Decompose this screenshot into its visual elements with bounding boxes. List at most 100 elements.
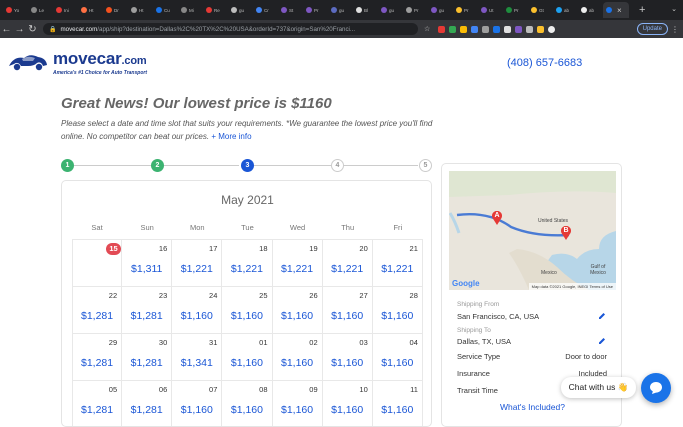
browser-tab[interactable]: Pr: [503, 2, 527, 18]
browser-tab[interactable]: Mi: [178, 2, 202, 18]
map-attribution[interactable]: Map data ©2021 Google, INEGI Terms of Us…: [528, 283, 616, 290]
day-price[interactable]: $1,160: [273, 310, 322, 322]
calendar-day[interactable]: 31 $1,341: [172, 334, 223, 380]
calendar-day[interactable]: 26 $1,160: [273, 287, 323, 333]
calendar-day[interactable]: 18 $1,221: [222, 240, 273, 286]
day-price[interactable]: $1,160: [222, 310, 271, 322]
calendar-day[interactable]: 06 $1,281: [122, 381, 173, 426]
calendar-day[interactable]: 10 $1,160: [323, 381, 373, 426]
calendar-day[interactable]: 21 $1,221: [373, 240, 423, 286]
browser-tab[interactable]: Yo: [3, 2, 27, 18]
extension-icon[interactable]: [482, 25, 490, 33]
calendar-day[interactable]: 05 $1,281: [72, 381, 123, 426]
calendar-day[interactable]: 03 $1,160: [323, 334, 373, 380]
browser-tab[interactable]: ab: [553, 2, 577, 18]
browser-tab[interactable]: Ht: [78, 2, 102, 18]
calendar-day[interactable]: 28 $1,160: [373, 287, 423, 333]
day-price[interactable]: $1,160: [273, 357, 322, 369]
close-tab-icon[interactable]: ×: [617, 6, 622, 15]
browser-tab[interactable]: ×: [603, 2, 629, 18]
browser-tab[interactable]: Pr: [303, 2, 327, 18]
extension-icon[interactable]: [504, 25, 512, 33]
day-price[interactable]: $1,281: [73, 357, 121, 369]
day-price[interactable]: $1,160: [323, 310, 372, 322]
day-price[interactable]: $1,160: [373, 310, 422, 322]
calendar-day[interactable]: 01 $1,160: [222, 334, 273, 380]
day-price[interactable]: $1,281: [122, 404, 171, 416]
day-price[interactable]: $1,221: [273, 263, 322, 275]
browser-tab[interactable]: Pr: [403, 2, 427, 18]
day-price[interactable]: $1,160: [373, 357, 422, 369]
browser-tab[interactable]: Ini: [53, 2, 77, 18]
extension-icon[interactable]: [460, 25, 468, 33]
tab-search-icon[interactable]: ⌄: [671, 5, 677, 13]
calendar-day[interactable]: 19 $1,221: [273, 240, 323, 286]
day-price[interactable]: $1,281: [122, 310, 171, 322]
calendar-day[interactable]: 09 $1,160: [273, 381, 323, 426]
route-map[interactable]: A B United States Mexico Gulf of Mexico …: [449, 171, 616, 290]
address-bar[interactable]: 🔒 movecar.com/app/ship?destination=Dalla…: [43, 23, 418, 35]
day-price[interactable]: $1,221: [172, 263, 221, 275]
browser-tab[interactable]: Dr: [103, 2, 127, 18]
day-price[interactable]: $1,160: [373, 404, 422, 416]
back-icon[interactable]: ←: [0, 24, 13, 35]
calendar-day[interactable]: 11 $1,160: [373, 381, 423, 426]
calendar-day[interactable]: 25 $1,160: [222, 287, 273, 333]
browser-tab[interactable]: ab: [578, 2, 602, 18]
origin-pin-icon[interactable]: A: [491, 210, 503, 225]
day-price[interactable]: $1,160: [323, 357, 372, 369]
calendar-day[interactable]: 16 $1,311: [122, 240, 173, 286]
day-price[interactable]: $1,160: [273, 404, 322, 416]
day-price[interactable]: $1,221: [222, 263, 271, 275]
day-price[interactable]: $1,221: [373, 263, 422, 275]
day-price[interactable]: $1,160: [323, 404, 372, 416]
day-price[interactable]: $1,160: [222, 404, 271, 416]
update-button[interactable]: Update: [636, 23, 668, 35]
profile-avatar[interactable]: [548, 25, 556, 33]
calendar-day[interactable]: 17 $1,221: [172, 240, 223, 286]
browser-tab[interactable]: Re: [203, 2, 227, 18]
day-price[interactable]: $1,311: [122, 263, 171, 275]
browser-tab[interactable]: gu: [228, 2, 252, 18]
extension-icon[interactable]: [449, 25, 457, 33]
calendar-day[interactable]: 29 $1,281: [72, 334, 123, 380]
browser-tab[interactable]: Ht: [128, 2, 152, 18]
extension-icon[interactable]: [438, 25, 446, 33]
browser-tab[interactable]: gu: [378, 2, 402, 18]
extension-icon[interactable]: [526, 25, 534, 33]
browser-tab[interactable]: Gt: [528, 2, 552, 18]
more-info-link[interactable]: + More info: [211, 132, 251, 141]
edit-origin-icon[interactable]: [598, 312, 606, 320]
browser-tab[interactable]: Le: [28, 2, 52, 18]
extension-icon[interactable]: [537, 25, 545, 33]
whats-included-link[interactable]: What's Included?: [442, 402, 621, 412]
calendar-day[interactable]: 30 $1,281: [122, 334, 173, 380]
forward-icon[interactable]: →: [13, 24, 26, 35]
day-price[interactable]: $1,341: [172, 357, 221, 369]
extension-icon[interactable]: [471, 25, 479, 33]
day-price[interactable]: $1,160: [172, 404, 221, 416]
browser-tab[interactable]: gu: [328, 2, 352, 18]
extension-icon[interactable]: [493, 25, 501, 33]
calendar-day[interactable]: 04 $1,160: [373, 334, 423, 380]
calendar-day[interactable]: 08 $1,160: [222, 381, 273, 426]
day-price[interactable]: $1,281: [73, 404, 121, 416]
phone-link[interactable]: (408) 657-6683: [507, 57, 582, 69]
day-price[interactable]: $1,160: [172, 310, 221, 322]
browser-tab[interactable]: Pr: [453, 2, 477, 18]
destination-pin-icon[interactable]: B: [560, 225, 572, 240]
browser-tab[interactable]: Ut: [478, 2, 502, 18]
browser-tab[interactable]: gu: [428, 2, 452, 18]
calendar-day[interactable]: 22 $1,281: [72, 287, 123, 333]
day-price[interactable]: $1,221: [323, 263, 372, 275]
day-price[interactable]: $1,281: [122, 357, 171, 369]
calendar-day[interactable]: 23 $1,281: [122, 287, 173, 333]
new-tab-button[interactable]: +: [639, 4, 645, 16]
chat-prompt[interactable]: Chat with us 👋: [561, 377, 636, 398]
bookmark-star-icon[interactable]: ☆: [424, 25, 430, 33]
edit-destination-icon[interactable]: [598, 337, 606, 345]
calendar-day[interactable]: 24 $1,160: [172, 287, 223, 333]
calendar-day[interactable]: 02 $1,160: [273, 334, 323, 380]
calendar-day[interactable]: 20 $1,221: [323, 240, 373, 286]
chat-launcher-button[interactable]: [641, 373, 671, 403]
